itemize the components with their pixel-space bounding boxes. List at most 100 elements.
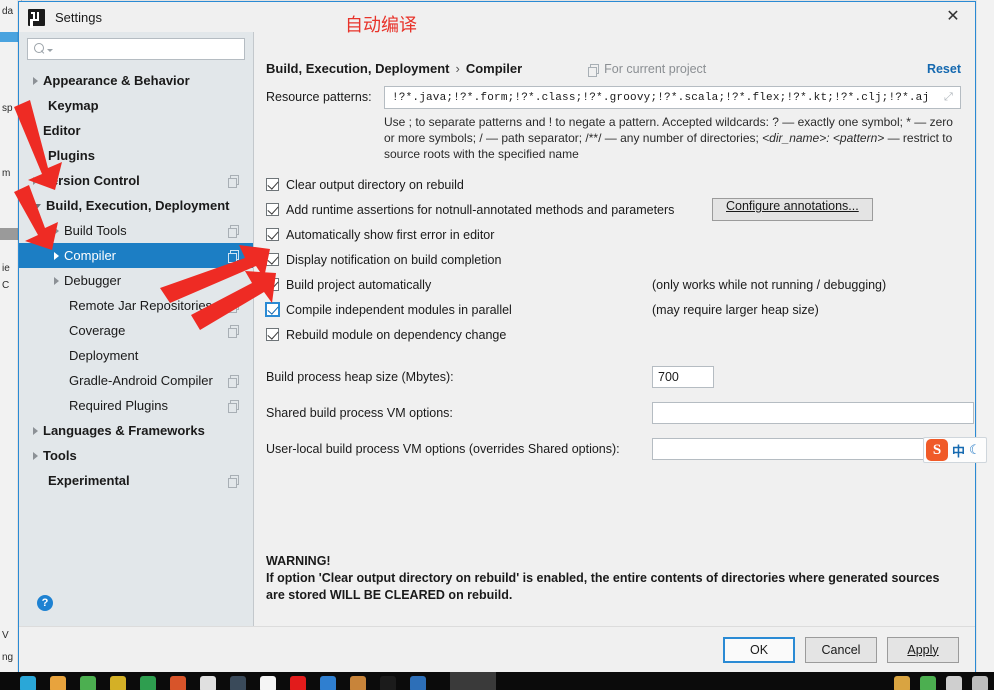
checkbox-rebuild-module-on-dependency-change[interactable] xyxy=(266,328,279,341)
help-icon[interactable]: ? xyxy=(37,595,53,611)
sidebar-item-label: Build, Execution, Deployment xyxy=(46,198,230,213)
sidebar-item-languages-frameworks[interactable]: Languages & Frameworks xyxy=(19,418,253,443)
sidebar-item-plugins[interactable]: Plugins xyxy=(19,143,253,168)
sidebar-item-label: Coverage xyxy=(69,323,126,338)
taskbar-icon-intellij[interactable] xyxy=(380,676,396,690)
ime-moon-icon[interactable]: ☾ xyxy=(969,442,981,458)
checkbox-row-compile-independent-modules-in-parallel: Compile independent modules in parallel (… xyxy=(266,297,961,322)
cancel-button[interactable]: Cancel xyxy=(805,636,877,663)
chevron-right-icon[interactable] xyxy=(54,226,59,235)
copy-icon[interactable] xyxy=(228,225,239,238)
reset-link[interactable]: Reset xyxy=(927,62,961,76)
settings-content: Build, Execution, Deployment › Compiler … xyxy=(254,32,975,626)
taskbar-icon-wps[interactable] xyxy=(140,676,156,690)
taskbar-icon-penguin[interactable] xyxy=(50,676,66,690)
sidebar-item-compiler[interactable]: Compiler xyxy=(19,243,253,268)
sidebar-item-coverage[interactable]: Coverage xyxy=(19,318,253,343)
tray-icon-volume[interactable] xyxy=(972,676,988,690)
chevron-right-icon[interactable] xyxy=(33,76,38,85)
tray-icon-shield[interactable] xyxy=(894,676,910,690)
checkbox-compile-independent-modules-in-parallel[interactable] xyxy=(266,303,279,316)
chevron-right-icon[interactable] xyxy=(33,126,38,135)
taskbar-icon-browser[interactable] xyxy=(20,676,36,690)
sogou-ime-bar[interactable]: S 中 ☾ xyxy=(923,437,987,463)
search-input[interactable] xyxy=(57,41,237,57)
scope-indicator: For current project xyxy=(588,62,706,77)
chevron-right-icon[interactable] xyxy=(54,276,59,285)
sidebar-item-label: Remote Jar Repositories xyxy=(69,298,213,313)
sidebar-item-remote-jar-repositories[interactable]: Remote Jar Repositories xyxy=(19,293,253,318)
sidebar-item-version-control[interactable]: Version Control xyxy=(19,168,253,193)
sidebar-item-build-tools[interactable]: Build Tools xyxy=(19,218,253,243)
tray-icon-network[interactable] xyxy=(946,676,962,690)
checkbox-label[interactable]: Build project automatically xyxy=(286,278,431,292)
taskbar-icon-orange-app[interactable] xyxy=(350,676,366,690)
close-icon[interactable]: ✕ xyxy=(931,2,975,32)
checkbox-label[interactable]: Add runtime assertions for notnull-annot… xyxy=(286,203,674,217)
sidebar-item-label: Tools xyxy=(43,448,77,463)
taskbar-icon-chrome[interactable] xyxy=(260,676,276,690)
sidebar-item-appearance-behavior[interactable]: Appearance & Behavior xyxy=(19,68,253,93)
hint-line-2a: more symbols; / — path separator; /**/ —… xyxy=(398,131,763,145)
resource-patterns-field[interactable]: ⤢ xyxy=(384,86,961,109)
checkbox-automatically-show-first-error-in-editor[interactable] xyxy=(266,228,279,241)
expand-icon[interactable]: ⤢ xyxy=(944,92,955,103)
checkbox-build-project-automatically[interactable] xyxy=(266,278,279,291)
sidebar-item-label: Version Control xyxy=(43,173,140,188)
ime-mode-indicator[interactable]: 中 xyxy=(952,441,965,460)
copy-icon[interactable] xyxy=(228,250,239,263)
checkbox-label[interactable]: Automatically show first error in editor xyxy=(286,228,494,242)
configure-annotations-button[interactable]: Configure annotations... xyxy=(712,198,873,221)
resource-patterns-input[interactable] xyxy=(390,90,938,105)
checkbox-label[interactable]: Display notification on build completion xyxy=(286,253,501,267)
taskbar-active-window[interactable] xyxy=(450,672,496,690)
sidebar-item-gradle-android-compiler[interactable]: Gradle-Android Compiler xyxy=(19,368,253,393)
chevron-right-icon[interactable] xyxy=(54,251,59,260)
copy-icon[interactable] xyxy=(228,175,239,188)
sidebar-item-label: Editor xyxy=(43,123,81,138)
checkbox-label[interactable]: Compile independent modules in parallel xyxy=(286,303,512,317)
field-input-build-process-heap-size-mbytes[interactable] xyxy=(652,366,714,388)
chevron-down-icon[interactable] xyxy=(47,49,53,52)
hint-dir-pattern: <dir_name>: <pattern> xyxy=(762,131,885,145)
sidebar-item-keymap[interactable]: Keymap xyxy=(19,93,253,118)
checkbox-label[interactable]: Rebuild module on dependency change xyxy=(286,328,506,342)
tray-icon-security[interactable] xyxy=(920,676,936,690)
taskbar-icon-media[interactable] xyxy=(170,676,186,690)
taskbar-icon-vm[interactable] xyxy=(230,676,246,690)
search-box[interactable] xyxy=(27,38,245,60)
sidebar-item-build-execution-deployment[interactable]: Build, Execution, Deployment xyxy=(19,193,253,218)
checkbox-add-runtime-assertions-for-notnull-annotated-methods-and-parameters[interactable] xyxy=(266,203,279,216)
taskbar-icon-tools[interactable] xyxy=(200,676,216,690)
ok-button[interactable]: OK xyxy=(723,636,795,663)
breadcrumb-root[interactable]: Build, Execution, Deployment xyxy=(266,61,449,76)
field-input-shared-build-process-vm-options[interactable] xyxy=(652,402,974,424)
chevron-down-icon[interactable] xyxy=(33,204,41,209)
checkbox-clear-output-directory-on-rebuild[interactable] xyxy=(266,178,279,191)
sidebar-item-editor[interactable]: Editor xyxy=(19,118,253,143)
copy-icon[interactable] xyxy=(228,300,239,313)
chevron-right-icon[interactable] xyxy=(33,176,38,185)
copy-icon[interactable] xyxy=(228,375,239,388)
apply-button[interactable]: Apply xyxy=(887,636,959,663)
taskbar-icon-red-app[interactable] xyxy=(290,676,306,690)
sidebar-item-experimental[interactable]: Experimental xyxy=(19,468,253,493)
sidebar-item-required-plugins[interactable]: Required Plugins xyxy=(19,393,253,418)
copy-icon[interactable] xyxy=(228,400,239,413)
checkbox-label[interactable]: Clear output directory on rebuild xyxy=(286,178,464,192)
taskbar-icon-yellow-app[interactable] xyxy=(110,676,126,690)
taskbar-icon-blue-app[interactable] xyxy=(320,676,336,690)
taskbar-icon-navicat[interactable] xyxy=(410,676,426,690)
sidebar-item-debugger[interactable]: Debugger xyxy=(19,268,253,293)
copy-icon[interactable] xyxy=(228,475,239,488)
chevron-right-icon[interactable] xyxy=(33,451,38,460)
checkbox-display-notification-on-build-completion[interactable] xyxy=(266,253,279,266)
copy-icon[interactable] xyxy=(228,325,239,338)
background-text-fragment: da xyxy=(2,6,14,17)
warning-block: WARNING! If option 'Clear output directo… xyxy=(266,553,961,604)
hint-line-2b: — restrict to xyxy=(884,131,953,145)
sidebar-item-deployment[interactable]: Deployment xyxy=(19,343,253,368)
sidebar-item-tools[interactable]: Tools xyxy=(19,443,253,468)
taskbar-icon-green-app[interactable] xyxy=(80,676,96,690)
chevron-right-icon[interactable] xyxy=(33,426,38,435)
